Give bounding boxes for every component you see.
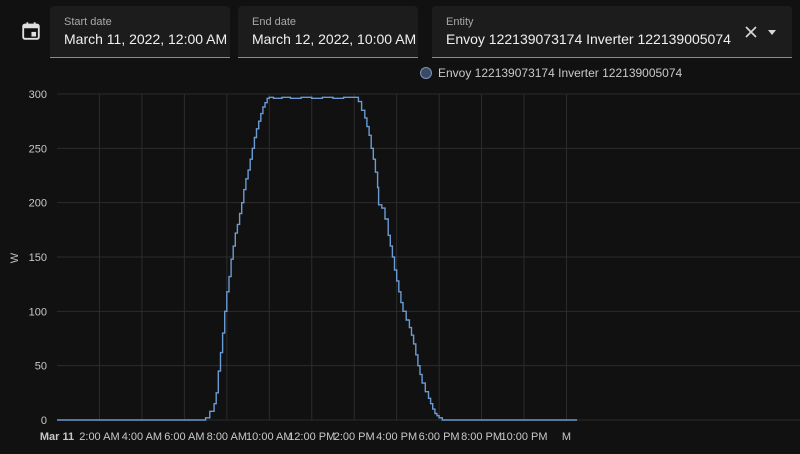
y-tick-label: 250 — [29, 143, 47, 155]
end-date-field[interactable]: End date March 12, 2022, 10:00 AM — [238, 6, 418, 58]
entity-label: Entity — [446, 16, 474, 28]
start-date-label: Start date — [64, 16, 112, 28]
calendar-icon[interactable] — [20, 20, 42, 42]
chart-grid — [57, 93, 800, 421]
clear-icon[interactable] — [744, 25, 758, 39]
chart-legend[interactable]: Envoy 122139073174 Inverter 122139005074 — [420, 64, 682, 82]
x-axis: Mar 11 2:00 AM 4:00 AM 6:00 AM 8:00 AM 10:00 … — [40, 431, 571, 443]
y-tick-label: 150 — [29, 252, 47, 264]
x-tick-label: 6:00 PM — [419, 431, 460, 443]
start-date-value[interactable]: March 11, 2022, 12:00 AM — [64, 31, 227, 47]
y-tick-label: 100 — [29, 306, 47, 318]
x-tick-label: 2:00 AM — [79, 431, 119, 443]
series-line[interactable] — [57, 96, 578, 421]
y-axis-label: W — [9, 252, 21, 263]
x-tick-label: 10:00 PM — [500, 431, 547, 443]
history-panel: Start date March 11, 2022, 12:00 AM End … — [0, 0, 800, 454]
legend-label: Envoy 122139073174 Inverter 122139005074 — [438, 66, 683, 80]
legend-swatch — [420, 67, 432, 79]
x-tick-label: 10:00 AM — [246, 431, 292, 443]
x-tick-label: 8:00 PM — [461, 431, 502, 443]
end-date-label: End date — [252, 16, 297, 28]
start-date-field[interactable]: Start date March 11, 2022, 12:00 AM — [50, 6, 230, 58]
chevron-down-icon[interactable] — [765, 25, 779, 39]
x-tick-label: 2:00 PM — [334, 431, 375, 443]
y-tick-label: 0 — [41, 415, 47, 427]
power-chart[interactable]: 050100150200250300 Mar 11 2:00 AM 4:00 AM 6… — [0, 84, 800, 454]
x-tick-label: 4:00 PM — [376, 431, 417, 443]
x-tick-label: Mar 11 — [40, 431, 74, 443]
x-tick-label: 4:00 AM — [122, 431, 162, 443]
end-date-value[interactable]: March 12, 2022, 10:00 AM — [252, 31, 416, 47]
x-tick-label: 6:00 AM — [164, 431, 204, 443]
x-tick-label: 12:00 PM — [288, 431, 335, 443]
y-tick-label: 300 — [29, 89, 47, 101]
x-tick-label: 8:00 AM — [207, 431, 247, 443]
y-tick-label: 200 — [29, 198, 47, 210]
entity-value[interactable]: Envoy 122139073174 Inverter 122139005074 — [446, 31, 731, 47]
x-tick-label: M — [562, 431, 571, 443]
y-axis: 0 50 100 150 200 250 300 — [29, 89, 47, 427]
y-tick-label: 50 — [35, 361, 47, 373]
entity-picker[interactable]: Entity Envoy 122139073174 Inverter 12213… — [432, 6, 792, 58]
